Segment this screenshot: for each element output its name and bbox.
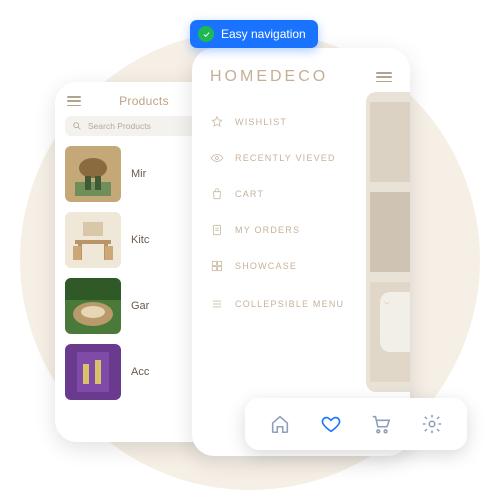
page-title: Products	[119, 94, 169, 108]
brand-logo: HOMEDECO	[210, 68, 328, 86]
feature-badge: Easy navigation	[190, 20, 318, 48]
background-product-image	[366, 92, 410, 392]
product-thumb	[65, 344, 121, 400]
list-item-label: Kitc	[131, 234, 149, 246]
list-item-label: Acc	[131, 366, 149, 378]
star-icon	[210, 115, 224, 129]
hamburger-icon[interactable]	[67, 96, 81, 106]
product-thumb	[65, 146, 121, 202]
product-thumb	[65, 212, 121, 268]
check-icon	[198, 26, 214, 42]
list-item-label: Mir	[131, 168, 146, 180]
gear-icon	[421, 413, 443, 435]
search-placeholder: Search Products	[88, 121, 151, 131]
grid-icon	[210, 259, 224, 273]
document-icon	[210, 223, 224, 237]
heart-icon	[320, 413, 342, 435]
nav-item-label: WISHLIST	[235, 117, 287, 127]
product-thumb	[65, 278, 121, 334]
list-item-label: Gar	[131, 300, 149, 312]
badge-text: Easy navigation	[221, 27, 306, 41]
nav-favorites[interactable]	[320, 413, 342, 435]
nav-home[interactable]	[269, 413, 291, 435]
nav-cart[interactable]	[370, 413, 392, 435]
bottom-nav-bar	[245, 398, 467, 450]
nav-item-label: MY ORDERS	[235, 225, 300, 235]
cart-icon	[370, 413, 392, 435]
nav-item-label: RECENTLY VIEVED	[235, 153, 336, 163]
home-icon	[269, 413, 291, 435]
eye-icon	[210, 151, 224, 165]
nav-item-label: SHOWCASE	[235, 261, 297, 271]
phone-navigation-drawer: HOMEDECO WISHLIST RECENTLY VIEVED CART M…	[192, 48, 410, 456]
search-icon	[72, 121, 82, 131]
bag-icon	[210, 187, 224, 201]
hamburger-icon[interactable]	[376, 72, 392, 82]
list-icon	[210, 297, 224, 311]
nav-settings[interactable]	[421, 413, 443, 435]
nav-item-label: COLLEPSIBLE MENU	[235, 299, 344, 309]
nav-item-label: CART	[235, 189, 264, 199]
